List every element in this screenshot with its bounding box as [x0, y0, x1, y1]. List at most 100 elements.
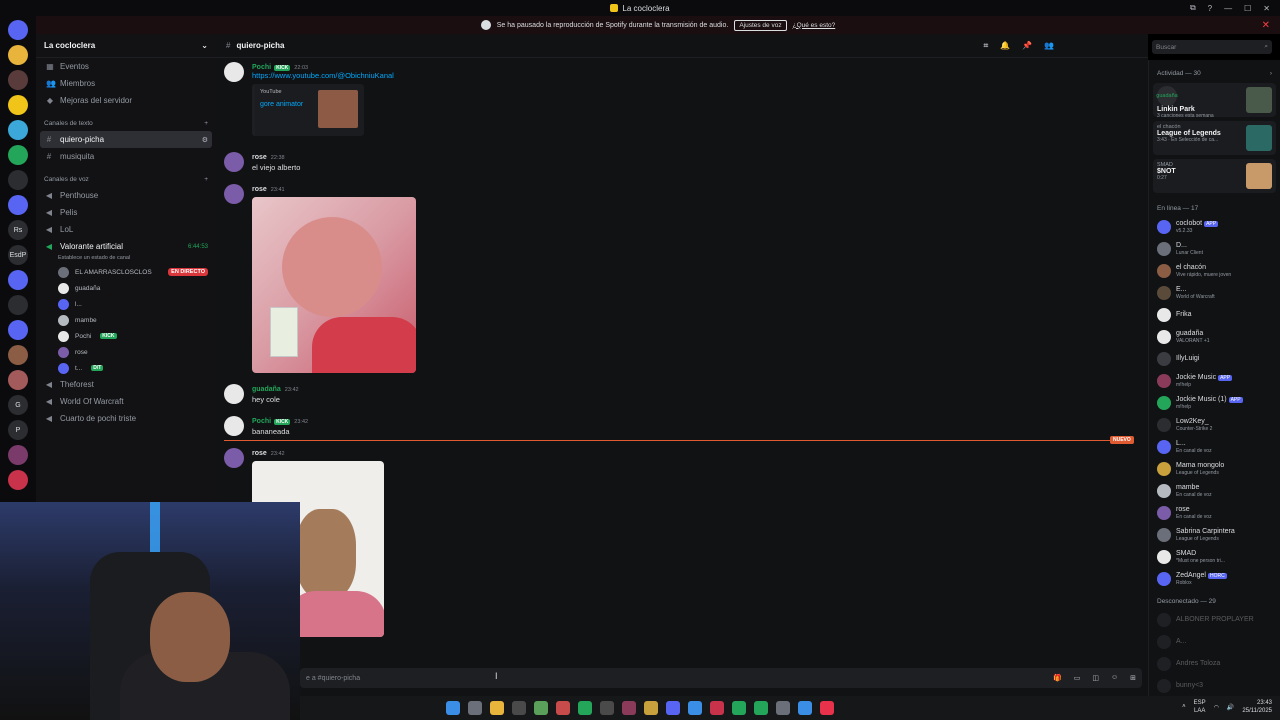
- server-icon[interactable]: [8, 370, 28, 390]
- app-icon[interactable]: [600, 701, 614, 715]
- gift-icon[interactable]: 🎁: [1053, 674, 1062, 682]
- voice-channel[interactable]: ◀ Penthouse: [40, 187, 212, 204]
- activity-card[interactable]: SMAD $NOT 0:27: [1153, 159, 1276, 193]
- opera-icon[interactable]: [710, 701, 724, 715]
- member-item[interactable]: el chacón Vive rápido, muere joven: [1149, 260, 1280, 282]
- xbox-icon[interactable]: [578, 701, 592, 715]
- member-item[interactable]: IllyLuigi: [1149, 348, 1280, 370]
- avatar[interactable]: [1157, 506, 1171, 520]
- avatar[interactable]: [58, 314, 69, 326]
- language-indicator[interactable]: ESP LAA: [1194, 699, 1206, 715]
- member-item[interactable]: D... Lunar Client: [1149, 238, 1280, 260]
- member-item[interactable]: guadaña VALORANT +1: [1149, 326, 1280, 348]
- settings-icon[interactable]: ⚙: [202, 136, 208, 144]
- obs-icon[interactable]: [512, 701, 526, 715]
- member-item[interactable]: Jockie Music APP m!help: [1149, 370, 1280, 392]
- wifi-icon[interactable]: ◠: [1214, 704, 1219, 711]
- voice-user[interactable]: rose: [36, 344, 216, 360]
- avatar[interactable]: [1157, 418, 1171, 432]
- text-channel[interactable]: # quiero-picha ⚙: [40, 131, 212, 148]
- settings-icon[interactable]: [776, 701, 790, 715]
- emoji-icon[interactable]: ☺: [1111, 674, 1118, 682]
- apps-icon[interactable]: ⊞: [1130, 674, 1136, 682]
- message-input[interactable]: e a #quiero-picha 🎁 ▭ ◫ ☺ ⊞: [300, 668, 1142, 688]
- app-icon[interactable]: [820, 701, 834, 715]
- avatar[interactable]: [224, 384, 244, 404]
- gif-icon[interactable]: ▭: [1074, 674, 1081, 682]
- activity-user[interactable]: guadaña: [1156, 86, 1178, 106]
- activity-card[interactable]: guadaña Linkin Park 3 canciones esta seman…: [1153, 83, 1276, 119]
- avatar[interactable]: [1157, 484, 1171, 498]
- member-item[interactable]: coclobot APP v5.2.33: [1149, 216, 1280, 238]
- voice-user[interactable]: guadaña: [36, 280, 216, 296]
- image-attachment[interactable]: [252, 197, 416, 373]
- message-link[interactable]: https://www.youtube.com/@ObichniuKanal: [252, 71, 394, 80]
- chevron-right-icon[interactable]: ›: [1270, 70, 1272, 77]
- embed-thumbnail[interactable]: [318, 90, 358, 128]
- server-icon[interactable]: G: [8, 395, 28, 415]
- voice-channel[interactable]: ◀ Pelis: [40, 204, 212, 221]
- voice-channel[interactable]: ◀ LoL: [40, 221, 212, 238]
- avatar[interactable]: [224, 62, 244, 82]
- active-voice-channel[interactable]: ◀ Valorante artificial 6:44:53: [40, 238, 212, 255]
- voice-user[interactable]: EL AMARRASCLOSCLOS EN DIRECTO: [36, 264, 216, 280]
- search-input[interactable]: Buscar ⌕: [1152, 40, 1272, 54]
- voice-user[interactable]: l...: [36, 296, 216, 312]
- app-icon[interactable]: [798, 701, 812, 715]
- member-item[interactable]: ZedAngel HORC Roblox: [1149, 568, 1280, 590]
- member-item[interactable]: E... World of Warcraft: [1149, 282, 1280, 304]
- text-channel[interactable]: # musiquita: [40, 148, 212, 165]
- server-icon[interactable]: [8, 445, 28, 465]
- member-item[interactable]: ALBONER PROPLAYER: [1149, 609, 1280, 631]
- server-icon[interactable]: [8, 120, 28, 140]
- clock[interactable]: 23:43 25/11/2025: [1242, 699, 1272, 715]
- member-item[interactable]: bunny<3: [1149, 675, 1280, 697]
- voice-settings-button[interactable]: Ajustes de voz: [734, 19, 787, 31]
- avatar[interactable]: [1157, 550, 1171, 564]
- avatar[interactable]: [58, 330, 69, 342]
- inbox-icon[interactable]: ⧉: [1190, 3, 1196, 13]
- bell-icon[interactable]: 🔔: [1000, 41, 1010, 51]
- voice-channel[interactable]: ◀ Theforest: [40, 376, 212, 393]
- member-item[interactable]: Andres Toloza: [1149, 653, 1280, 675]
- app-icon[interactable]: [622, 701, 636, 715]
- help-icon[interactable]: ?: [1208, 4, 1212, 13]
- avatar[interactable]: [1157, 635, 1171, 649]
- voice-user[interactable]: t... D/T: [36, 360, 216, 376]
- server-icon[interactable]: [8, 295, 28, 315]
- avatar[interactable]: [1157, 613, 1171, 627]
- threads-icon[interactable]: ⌗: [984, 41, 989, 51]
- voice-channels-category[interactable]: Canales de voz +: [36, 171, 216, 187]
- avatar[interactable]: [224, 448, 244, 468]
- avatar[interactable]: [224, 416, 244, 436]
- server-icon[interactable]: P: [8, 420, 28, 440]
- discord-icon[interactable]: [666, 701, 680, 715]
- close-window-button[interactable]: ✕: [1263, 4, 1270, 13]
- avatar[interactable]: [58, 266, 69, 278]
- avatar[interactable]: [58, 282, 69, 294]
- sidebar-item[interactable]: 👥 Miembros: [36, 75, 216, 92]
- message-author[interactable]: Pochi: [252, 418, 271, 425]
- avatar[interactable]: [58, 362, 69, 374]
- avatar[interactable]: [1157, 657, 1171, 671]
- member-item[interactable]: rose En canal de voz: [1149, 502, 1280, 524]
- add-channel-icon[interactable]: +: [204, 176, 208, 183]
- text-channels-category[interactable]: Canales de texto +: [36, 115, 216, 131]
- avatar[interactable]: [1157, 462, 1171, 476]
- server-icon[interactable]: [8, 70, 28, 90]
- avatar[interactable]: [58, 298, 69, 310]
- avatar[interactable]: [1157, 264, 1171, 278]
- message-author[interactable]: rose: [252, 450, 267, 457]
- server-icon[interactable]: [8, 45, 28, 65]
- avatar[interactable]: [1157, 528, 1171, 542]
- member-item[interactable]: L... En canal de voz: [1149, 436, 1280, 458]
- sticker-icon[interactable]: ◫: [1092, 674, 1099, 682]
- avatar[interactable]: [1157, 396, 1171, 410]
- search-icon[interactable]: [468, 701, 482, 715]
- voice-user[interactable]: Pochi KICK: [36, 328, 216, 344]
- add-channel-icon[interactable]: +: [204, 120, 208, 127]
- avatar[interactable]: [1157, 374, 1171, 388]
- chevron-up-icon[interactable]: ˄: [1182, 704, 1186, 710]
- app-icon[interactable]: [644, 701, 658, 715]
- message-author[interactable]: rose: [252, 154, 267, 161]
